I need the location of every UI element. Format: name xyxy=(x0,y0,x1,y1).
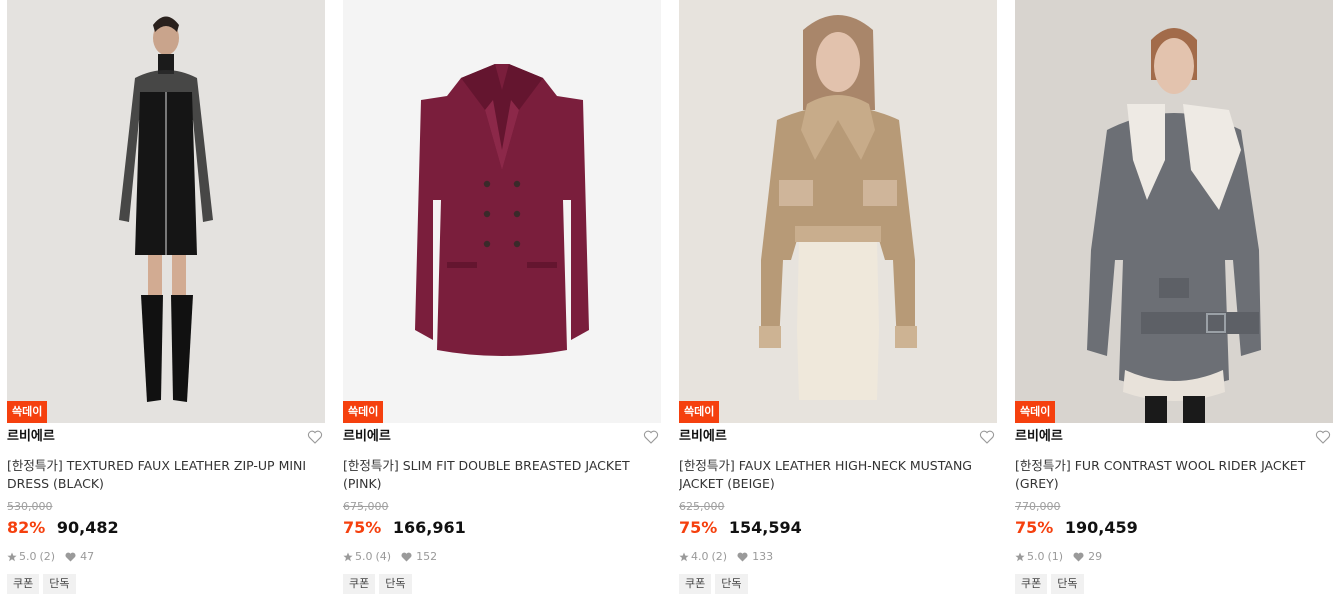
coupon-tag: 쿠폰 xyxy=(7,574,40,594)
product-card[interactable]: 쓱데이 르비에르 [한정특가] FAUX LEATHER HIGH-NECK M… xyxy=(679,0,997,611)
heart-icon[interactable] xyxy=(643,429,659,445)
sale-price: 90,482 xyxy=(56,518,119,537)
discount-rate: 82% xyxy=(7,518,46,537)
product-name[interactable]: [한정특가] FAUX LEATHER HIGH-NECK MUSTANG JA… xyxy=(679,457,997,495)
product-image[interactable]: 쓱데이 xyxy=(7,0,325,423)
rating-value: 5.0 xyxy=(1027,550,1045,563)
brand-name[interactable]: 르비에르 xyxy=(7,425,55,449)
exclusive-tag: 단독 xyxy=(715,574,748,594)
discount-rate: 75% xyxy=(1015,518,1054,537)
product-image[interactable]: 쓱데이 xyxy=(1015,0,1333,423)
discount-rate: 75% xyxy=(343,518,382,537)
sale-price: 154,594 xyxy=(728,518,802,537)
exclusive-tag: 단독 xyxy=(1051,574,1084,594)
star-icon xyxy=(679,552,689,562)
coupon-tag: 쿠폰 xyxy=(1015,574,1048,594)
like-count: 133 xyxy=(752,550,774,563)
product-name[interactable]: [한정특가] SLIM FIT DOUBLE BREASTED JACKET (… xyxy=(343,457,661,495)
heart-icon[interactable] xyxy=(979,429,995,445)
product-name[interactable]: [한정특가] TEXTURED FAUX LEATHER ZIP-UP MINI… xyxy=(7,457,325,495)
coupon-tag: 쿠폰 xyxy=(679,574,712,594)
coupon-tag: 쿠폰 xyxy=(343,574,376,594)
sale-badge: 쓱데이 xyxy=(1015,401,1056,423)
review-count: (4) xyxy=(375,550,392,563)
heart-filled-icon xyxy=(401,552,412,562)
review-count: (2) xyxy=(39,550,56,563)
rating-value: 5.0 xyxy=(355,550,373,563)
sale-badge: 쓱데이 xyxy=(679,401,720,423)
brand-name[interactable]: 르비에르 xyxy=(679,425,727,449)
sale-price: 190,459 xyxy=(1064,518,1138,537)
product-card[interactable]: 쓱데이 르비에르 [한정특가] TEXTURED FAUX LEATHER ZI… xyxy=(7,0,325,611)
original-price: 675,000 xyxy=(343,500,389,513)
star-icon xyxy=(343,552,353,562)
original-price: 530,000 xyxy=(7,500,53,513)
sale-badge: 쓱데이 xyxy=(7,401,48,423)
like-count: 152 xyxy=(416,550,438,563)
like-count: 29 xyxy=(1088,550,1103,563)
star-icon xyxy=(1015,552,1025,562)
sale-badge: 쓱데이 xyxy=(343,401,384,423)
heart-filled-icon xyxy=(1073,552,1084,562)
original-price: 770,000 xyxy=(1015,500,1061,513)
brand-name[interactable]: 르비에르 xyxy=(1015,425,1063,449)
heart-icon[interactable] xyxy=(307,429,323,445)
exclusive-tag: 단독 xyxy=(379,574,412,594)
review-count: (1) xyxy=(1047,550,1064,563)
rating-value: 5.0 xyxy=(19,550,37,563)
exclusive-tag: 단독 xyxy=(43,574,76,594)
brand-name[interactable]: 르비에르 xyxy=(343,425,391,449)
like-count: 47 xyxy=(80,550,95,563)
heart-icon[interactable] xyxy=(1315,429,1331,445)
product-name[interactable]: [한정특가] FUR CONTRAST WOOL RIDER JACKET (G… xyxy=(1015,457,1333,495)
star-icon xyxy=(7,552,17,562)
original-price: 625,000 xyxy=(679,500,725,513)
sale-price: 166,961 xyxy=(392,518,466,537)
review-count: (2) xyxy=(711,550,728,563)
product-image[interactable]: 쓱데이 xyxy=(679,0,997,423)
rating-value: 4.0 xyxy=(691,550,709,563)
heart-filled-icon xyxy=(65,552,76,562)
discount-rate: 75% xyxy=(679,518,718,537)
product-card[interactable]: 쓱데이 르비에르 [한정특가] FUR CONTRAST WOOL RIDER … xyxy=(1015,0,1333,611)
heart-filled-icon xyxy=(737,552,748,562)
product-image[interactable]: 쓱데이 xyxy=(343,0,661,423)
product-card[interactable]: 쓱데이 르비에르 [한정특가] SLIM FIT DOUBLE BREASTED… xyxy=(343,0,661,611)
product-grid: 쓱데이 르비에르 [한정특가] TEXTURED FAUX LEATHER ZI… xyxy=(0,0,1340,611)
